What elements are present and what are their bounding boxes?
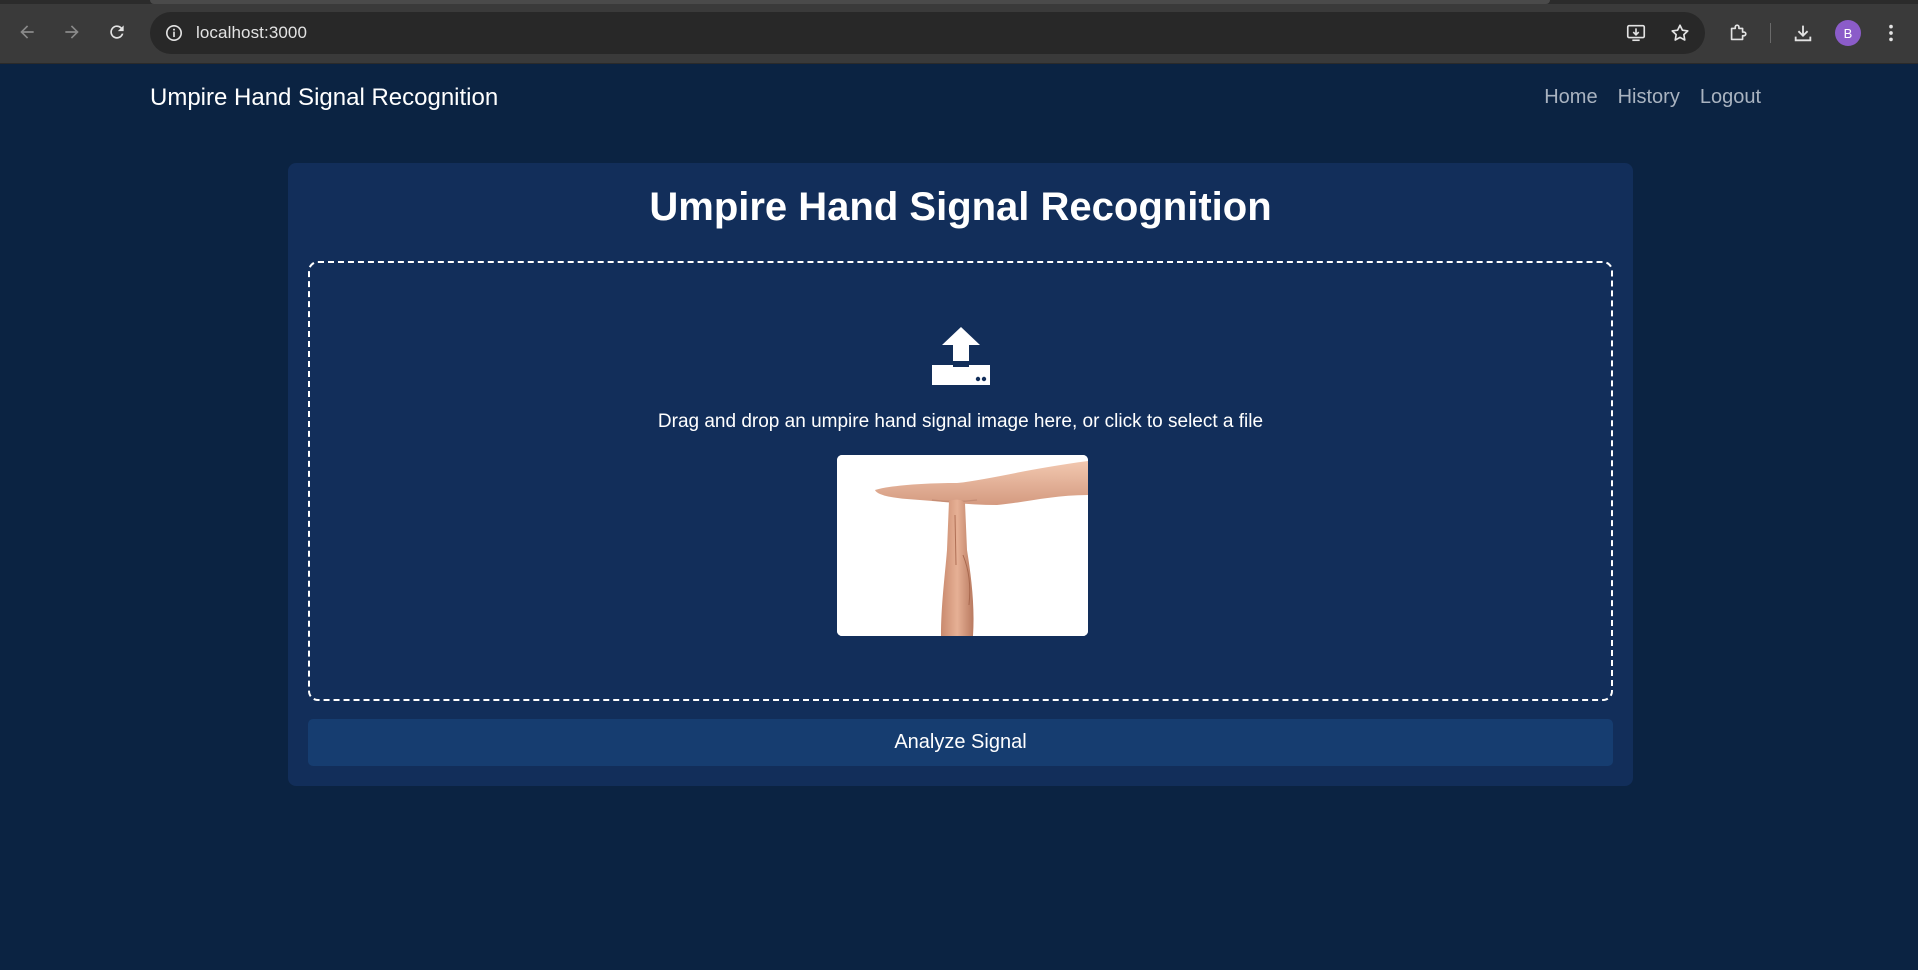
address-bar[interactable]: localhost:3000 [150, 12, 1705, 54]
browser-toolbar: localhost:3000 B [0, 0, 1918, 64]
back-icon[interactable] [11, 16, 43, 48]
nav-logout-link[interactable]: Logout [1700, 86, 1761, 109]
toolbar-separator [1770, 23, 1771, 43]
menu-dots-icon[interactable] [1873, 15, 1909, 51]
nav-links: Home History Logout [1544, 86, 1761, 109]
install-app-icon[interactable] [1623, 20, 1649, 46]
bookmark-star-icon[interactable] [1667, 20, 1693, 46]
timeout-hand-signal-image [837, 455, 1088, 636]
upload-card: Umpire Hand Signal Recognition Drag and … [288, 163, 1633, 786]
url-text[interactable]: localhost:3000 [196, 23, 307, 43]
site-info-icon[interactable] [164, 23, 184, 43]
dropzone-instructions: Drag and drop an umpire hand signal imag… [657, 411, 1264, 432]
nav-history-link[interactable]: History [1618, 86, 1680, 109]
extensions-icon[interactable] [1720, 15, 1756, 51]
image-dropzone[interactable]: Drag and drop an umpire hand signal imag… [308, 261, 1613, 701]
downloads-icon[interactable] [1785, 15, 1821, 51]
uploaded-image-preview [837, 455, 1088, 636]
active-tab-edge[interactable] [150, 0, 1550, 4]
forward-icon[interactable] [56, 16, 88, 48]
brand-title[interactable]: Umpire Hand Signal Recognition [150, 84, 498, 112]
page-title: Umpire Hand Signal Recognition [649, 185, 1272, 229]
profile-avatar[interactable]: B [1835, 20, 1861, 46]
nav-home-link[interactable]: Home [1544, 86, 1597, 109]
analyze-signal-button[interactable]: Analyze Signal [308, 719, 1613, 766]
reload-icon[interactable] [101, 16, 133, 48]
upload-icon [932, 327, 990, 385]
app-navbar: Umpire Hand Signal Recognition Home Hist… [0, 64, 1918, 132]
